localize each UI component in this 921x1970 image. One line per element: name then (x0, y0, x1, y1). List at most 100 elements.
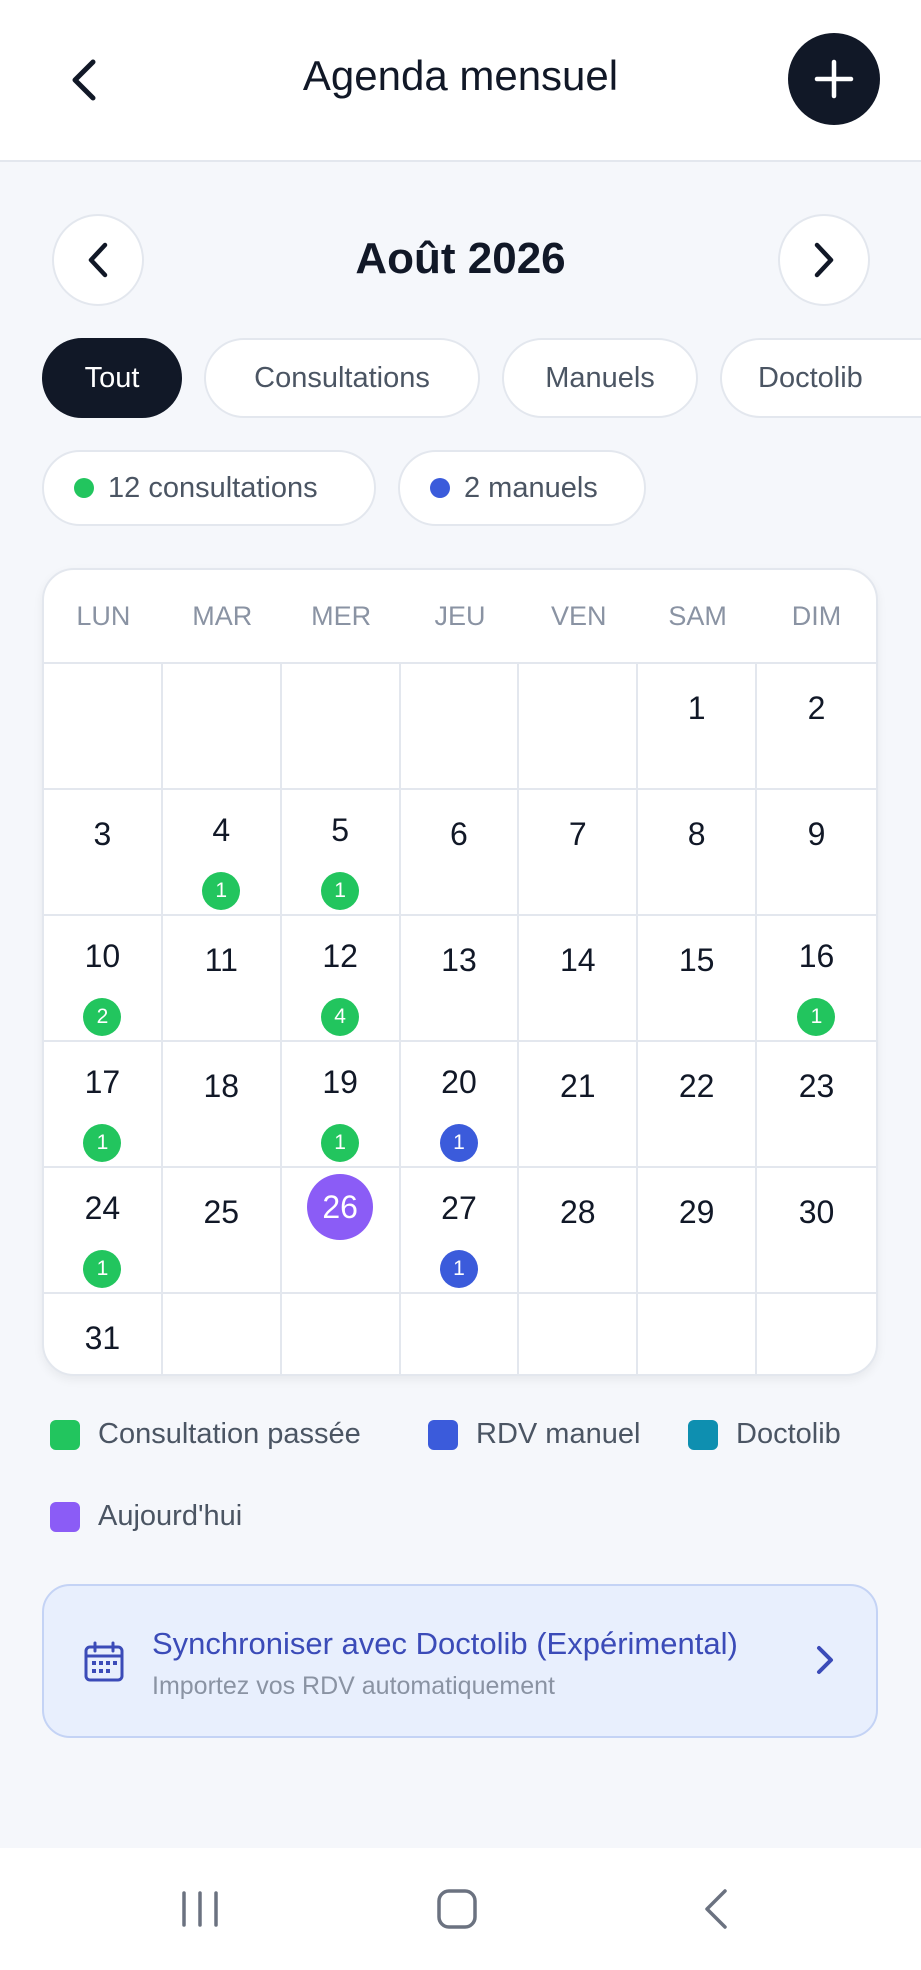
calendar-day-cell[interactable]: 7 (519, 790, 639, 914)
legend-consultation-passee: Consultation passée (50, 1418, 361, 1451)
calendar-day-cell[interactable]: 10 2 (44, 916, 163, 1040)
calendar-week-row: 341516789 (44, 790, 876, 916)
legend-doctolib: Doctolib (688, 1418, 841, 1451)
day-number: 12 (322, 938, 358, 974)
consultation-count-badge: 1 (202, 872, 241, 910)
day-number: 13 (441, 942, 477, 978)
day-number: 27 (441, 1190, 477, 1226)
day-number: 23 (798, 1068, 835, 1104)
calendar-day-cell[interactable]: 6 (401, 790, 520, 914)
consultation-count-badge: 2 (83, 998, 122, 1036)
calendar-day-cell[interactable]: 2 (757, 664, 876, 788)
green-dot-icon (74, 478, 94, 498)
calendar-day-cell[interactable]: 8 (638, 790, 758, 914)
calendar-day-cell[interactable]: 12 4 (282, 916, 401, 1040)
app-header: Agenda mensuel (0, 0, 921, 162)
calendar-empty-cell (282, 664, 401, 788)
weekday-label: MAR (192, 601, 253, 631)
stat-consultations-label: 12 consultations (108, 471, 318, 504)
calendar-day-cell[interactable]: 20 1 (401, 1042, 520, 1166)
calendar-day-cell[interactable]: 25 (163, 1168, 282, 1292)
stat-manuels-label: 2 manuels (464, 471, 598, 504)
day-number: 16 (798, 938, 835, 974)
purple-square-icon (50, 1501, 80, 1532)
calendar-week-row: 12 (44, 664, 876, 790)
day-number: 25 (203, 1194, 240, 1230)
sync-subtitle: Importez vos RDV automatiquement (152, 1672, 555, 1700)
weekday-label: LUN (76, 601, 131, 631)
next-month-button[interactable] (778, 214, 870, 306)
calendar-day-cell[interactable]: 1 (638, 664, 758, 788)
legend-label: RDV manuel (476, 1418, 641, 1450)
day-number: 21 (560, 1068, 596, 1104)
weekday-label: MER (311, 601, 372, 631)
recent-apps-button[interactable] (160, 1874, 240, 1944)
recent-apps-icon (182, 1891, 218, 1927)
today-marker: 26 (307, 1174, 374, 1240)
day-number: 4 (212, 812, 231, 848)
calendar-day-cell[interactable]: 23 (757, 1042, 876, 1166)
calendar-day-cell[interactable]: 21 (519, 1042, 639, 1166)
filter-chip-consultations[interactable]: Consultations (204, 338, 480, 418)
calendar-day-cell[interactable]: 19 1 (282, 1042, 401, 1166)
day-number: 10 (84, 938, 121, 974)
calendar-day-cell[interactable]: 24 1 (44, 1168, 163, 1292)
calendar-day-cell[interactable]: 22 (638, 1042, 758, 1166)
day-number: 15 (678, 942, 715, 978)
plus-icon (814, 59, 854, 99)
calendar-empty-cell (519, 664, 639, 788)
calendar-week-row: 31 (44, 1294, 876, 1374)
weekday-header: LUN MAR MER JEU VEN SAM DIM (44, 570, 876, 662)
home-icon (437, 1889, 477, 1929)
calendar-empty-cell (44, 664, 163, 788)
legend-label: Aujourd'hui (98, 1500, 243, 1532)
calendar-day-cell[interactable]: 30 (757, 1168, 876, 1292)
calendar-day-cell[interactable]: 11 (163, 916, 282, 1040)
system-back-button[interactable] (676, 1874, 756, 1944)
day-number: 14 (560, 942, 596, 978)
sync-title: Synchroniser avec Doctolib (Expérimental… (152, 1626, 738, 1661)
day-number: 28 (560, 1194, 596, 1230)
blue-dot-icon (430, 478, 450, 498)
teal-square-icon (688, 1419, 718, 1450)
calendar-day-cell[interactable]: 51 (282, 790, 401, 914)
calendar-day-cell[interactable]: 9 (757, 790, 876, 914)
month-calendar: LUN MAR MER JEU VEN SAM DIM 123415167891… (42, 568, 878, 1376)
doctolib-sync-card[interactable]: Synchroniser avec Doctolib (Expérimental… (42, 1584, 878, 1738)
filter-chip-doctolib[interactable]: Doctolib (720, 338, 921, 418)
calendar-day-cell[interactable]: 41 (163, 790, 282, 914)
calendar-day-cell[interactable]: 27 1 (401, 1168, 520, 1292)
weekday-label: JEU (434, 601, 486, 631)
consultation-count-badge: 4 (321, 998, 360, 1036)
day-number: 3 (93, 816, 112, 852)
day-number: 11 (204, 942, 238, 978)
day-number: 1 (687, 690, 706, 726)
calendar-week-row: 17 1 18 19 1 20 1 21 22 23 (44, 1042, 876, 1168)
calendar-day-cell[interactable]: 31 (44, 1294, 163, 1374)
calendar-day-cell[interactable]: 15 (638, 916, 758, 1040)
calendar-day-cell[interactable]: 14 (519, 916, 639, 1040)
calendar-day-cell[interactable]: 29 (638, 1168, 758, 1292)
home-button[interactable] (417, 1874, 497, 1944)
green-square-icon (50, 1419, 80, 1450)
calendar-day-cell[interactable]: 16 1 (757, 916, 876, 1040)
consultation-count-badge: 1 (321, 1124, 360, 1162)
calendar-day-cell[interactable]: 3 (44, 790, 163, 914)
add-appointment-button[interactable] (788, 33, 880, 125)
manual-appointment-badge: 1 (439, 1124, 478, 1162)
filter-chip-manuels[interactable]: Manuels (502, 338, 698, 418)
calendar-empty-cell (163, 664, 282, 788)
day-number: 18 (203, 1068, 240, 1104)
calendar-day-cell[interactable]: 26 (282, 1168, 401, 1292)
calendar-day-cell[interactable]: 18 (163, 1042, 282, 1166)
chevron-right-icon (814, 242, 834, 278)
weekday-label: SAM (668, 601, 727, 631)
day-number: 30 (798, 1194, 835, 1230)
calendar-icon (84, 1641, 124, 1682)
calendar-day-cell[interactable]: 28 (519, 1168, 639, 1292)
filter-chip-tout[interactable]: Tout (42, 338, 182, 418)
calendar-day-cell[interactable]: 13 (401, 916, 520, 1040)
chevron-right-icon (817, 1646, 833, 1674)
calendar-day-cell[interactable]: 17 1 (44, 1042, 163, 1166)
day-number: 22 (678, 1068, 715, 1104)
